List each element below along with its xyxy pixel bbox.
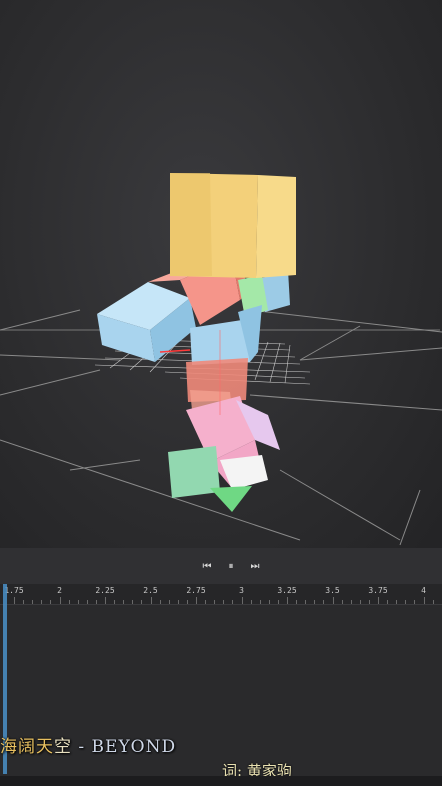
song-title-part: 海阔天 [0, 737, 54, 757]
ruler-tick [95, 600, 97, 604]
pause-icon[interactable]: ⏸ [224, 559, 238, 573]
ruler-tick [205, 600, 207, 604]
ruler-tick [432, 600, 434, 604]
track-area[interactable] [0, 605, 442, 786]
ruler-tick [132, 600, 134, 604]
ruler-tick [314, 600, 316, 604]
ruler-tick [387, 600, 389, 604]
ruler-tick [23, 600, 25, 604]
ruler-tick [159, 600, 161, 604]
bottom-bar [0, 776, 442, 786]
ruler-tick-label: 3.25 [277, 586, 297, 595]
ruler-tick [359, 600, 361, 604]
ruler-tick [396, 600, 398, 604]
head[interactable] [170, 173, 296, 278]
song-title-part: 空 [54, 737, 72, 757]
ruler-tick-label: 2.75 [186, 586, 206, 595]
ruler-tick [277, 600, 279, 604]
ruler-tick [378, 597, 379, 604]
ruler-tick [114, 600, 116, 604]
ruler-tick [241, 597, 243, 604]
artist-name: - BEYOND [72, 737, 177, 757]
ruler-tick [77, 600, 79, 604]
ruler-tick-label: 3.75 [368, 586, 388, 595]
ruler-tick [50, 600, 52, 604]
ruler-tick [250, 600, 252, 604]
ruler-tick [150, 597, 152, 604]
previous-frame-icon[interactable]: ⏮ [200, 559, 214, 573]
ruler-tick-label: 4 [421, 586, 426, 595]
transport-controls: ⏮ ⏸ ⏭ [0, 548, 442, 584]
ruler-tick [86, 600, 88, 604]
ruler-tick-label: 3.5 [325, 586, 340, 595]
ruler-tick [368, 600, 370, 604]
ruler-tick [232, 600, 234, 604]
ruler-tick [305, 600, 307, 604]
song-title-subtitle: 海阔天空 - BEYOND [0, 732, 176, 757]
character-scene [0, 173, 442, 546]
ruler-tick-label: 3 [239, 586, 244, 595]
ruler-tick [32, 600, 34, 604]
ruler-tick [323, 600, 325, 604]
ruler-tick [268, 600, 270, 604]
ruler-tick [177, 600, 179, 604]
ruler-tick [341, 600, 343, 604]
ruler-tick-label: 2.25 [95, 586, 115, 595]
ruler-tick-label: 2 [57, 586, 62, 595]
ruler-tick [296, 600, 298, 604]
ruler-tick [414, 600, 416, 604]
3d-viewport[interactable] [0, 0, 442, 560]
next-frame-icon[interactable]: ⏭ [248, 559, 262, 573]
ruler-tick [41, 600, 43, 604]
ruler-tick [168, 600, 170, 604]
ruler-tick [196, 597, 197, 604]
ruler-tick [105, 597, 106, 604]
ruler-tick [350, 600, 352, 604]
ruler-tick [214, 600, 216, 604]
ruler-tick [223, 600, 225, 604]
ruler-tick [141, 600, 143, 604]
ruler-tick [59, 597, 61, 604]
ruler-tick-label: 1.75 [4, 586, 24, 595]
ruler-tick [259, 600, 261, 604]
ruler-tick [332, 597, 334, 604]
ruler-tick [68, 600, 70, 604]
ruler-tick [405, 600, 407, 604]
ruler-tick [423, 597, 425, 604]
ruler-tick [14, 597, 15, 604]
ruler-tick [123, 600, 125, 604]
ruler-tick [287, 597, 288, 604]
time-ruler[interactable]: 1.75 2 2.25 2.5 2.75 3 3.25 3.5 3.75 4 [0, 584, 442, 605]
ruler-tick [186, 600, 188, 604]
ruler-tick-label: 2.5 [143, 586, 158, 595]
